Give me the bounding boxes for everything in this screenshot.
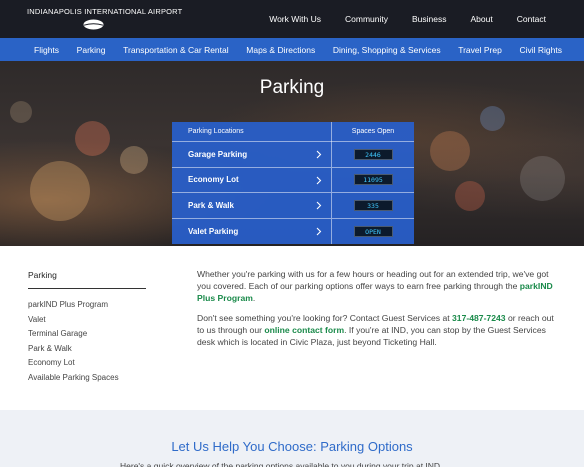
intro-paragraph: Whether you're parking with us for a few… [197, 269, 559, 304]
header-spaces-open: Spaces Open [331, 121, 414, 142]
park-and-walk-link[interactable]: Park & Walk [172, 193, 331, 218]
hero-bokeh [30, 161, 90, 221]
nav-maps-directions[interactable]: Maps & Directions [246, 45, 315, 55]
table-row: Valet Parking OPEN [172, 218, 414, 245]
main-content: Whether you're parking with us for a few… [197, 269, 559, 358]
section-intro-text: Here's a quick overview of the parking o… [120, 461, 443, 467]
sidebar-item-terminal-garage[interactable]: Terminal Garage [28, 327, 146, 342]
sidebar-item-available-spaces[interactable]: Available Parking Spaces [28, 371, 146, 386]
spaces-counter: 11095 [353, 174, 393, 186]
airport-logo[interactable]: INDIANAPOLIS INTERNATIONAL AIRPORT [27, 7, 182, 33]
spaces-cell: 11095 [331, 167, 414, 192]
hero-bokeh [430, 131, 470, 171]
spaces-cell: OPEN [331, 218, 414, 244]
utility-nav: Work With Us Community Business About Co… [269, 0, 584, 38]
hero-bokeh [10, 101, 32, 123]
chevron-right-icon [316, 176, 322, 184]
table-row: Garage Parking 2446 [172, 142, 414, 168]
contact-form-link[interactable]: online contact form [264, 325, 344, 335]
phone-link[interactable]: 317-487-7243 [452, 313, 506, 323]
chevron-right-icon [316, 201, 322, 210]
nav-civil-rights[interactable]: Civil Rights [519, 45, 562, 55]
chevron-right-icon [316, 227, 322, 235]
sidebar-item-valet[interactable]: Valet [28, 313, 146, 328]
valet-parking-link[interactable]: Valet Parking [172, 219, 331, 245]
sidebar-item-parkind-plus[interactable]: parkIND Plus Program [28, 298, 146, 313]
location-label: Park & Walk [188, 200, 234, 210]
nav-transportation[interactable]: Transportation & Car Rental [123, 45, 229, 55]
location-label: Valet Parking [188, 226, 239, 236]
sidebar-heading[interactable]: Parking [28, 270, 146, 289]
economy-lot-link[interactable]: Economy Lot [172, 168, 331, 193]
table-header: Parking Locations Spaces Open [172, 121, 414, 142]
hero-banner: Parking Parking Locations Spaces Open Ga… [0, 61, 584, 246]
section-heading: Let Us Help You Choose: Parking Options [171, 439, 413, 454]
sidebar-nav: Parking parkIND Plus Program Valet Termi… [28, 270, 146, 385]
page-title: Parking [259, 77, 325, 98]
chevron-right-icon [316, 150, 322, 159]
swoosh-icon [83, 19, 104, 30]
header-locations: Parking Locations [188, 128, 244, 135]
nav-dining-shopping[interactable]: Dining, Shopping & Services [333, 45, 441, 55]
hero-bokeh [480, 106, 505, 131]
nav-flights[interactable]: Flights [34, 45, 59, 55]
utility-link-about[interactable]: About [470, 14, 492, 24]
utility-link-business[interactable]: Business [412, 14, 447, 24]
table-row: Economy Lot 11095 [172, 167, 414, 193]
top-bar: INDIANAPOLIS INTERNATIONAL AIRPORT Work … [0, 0, 584, 38]
spaces-counter: 335 [353, 199, 393, 211]
airport-name: INDIANAPOLIS INTERNATIONAL AIRPORT [27, 7, 183, 16]
utility-link-work-with-us[interactable]: Work With Us [269, 14, 321, 24]
sidebar-item-park-and-walk[interactable]: Park & Walk [28, 342, 146, 357]
table-row: Park & Walk 335 [172, 193, 414, 219]
main-nav: Flights Parking Transportation & Car Ren… [0, 38, 584, 61]
location-label: Garage Parking [188, 149, 248, 159]
hero-bokeh [520, 156, 565, 201]
spaces-cell: 2446 [331, 142, 414, 167]
sidebar-item-economy-lot[interactable]: Economy Lot [28, 356, 146, 371]
spaces-counter: OPEN [353, 225, 393, 237]
nav-parking[interactable]: Parking [77, 45, 106, 55]
garage-parking-link[interactable]: Garage Parking [172, 142, 331, 167]
utility-link-contact[interactable]: Contact [517, 14, 546, 24]
hero-bokeh [455, 181, 485, 211]
contact-paragraph: Don't see something you're looking for? … [197, 313, 559, 348]
contact-text: Don't see something you're looking for? … [197, 313, 453, 324]
parking-options-section: Let Us Help You Choose: Parking Options … [0, 410, 584, 467]
hero-bokeh [120, 146, 148, 174]
spaces-cell: 335 [331, 193, 414, 218]
nav-travel-prep[interactable]: Travel Prep [458, 45, 502, 55]
spaces-counter: 2446 [353, 148, 393, 160]
hero-bokeh [75, 121, 110, 156]
sidebar-list: parkIND Plus Program Valet Terminal Gara… [28, 298, 146, 385]
location-label: Economy Lot [188, 175, 239, 185]
intro-end: . [252, 292, 256, 303]
intro-text: Whether you're parking with us for a few… [197, 269, 549, 291]
parking-availability-table: Parking Locations Spaces Open Garage Par… [172, 121, 414, 245]
utility-link-community[interactable]: Community [345, 14, 388, 24]
